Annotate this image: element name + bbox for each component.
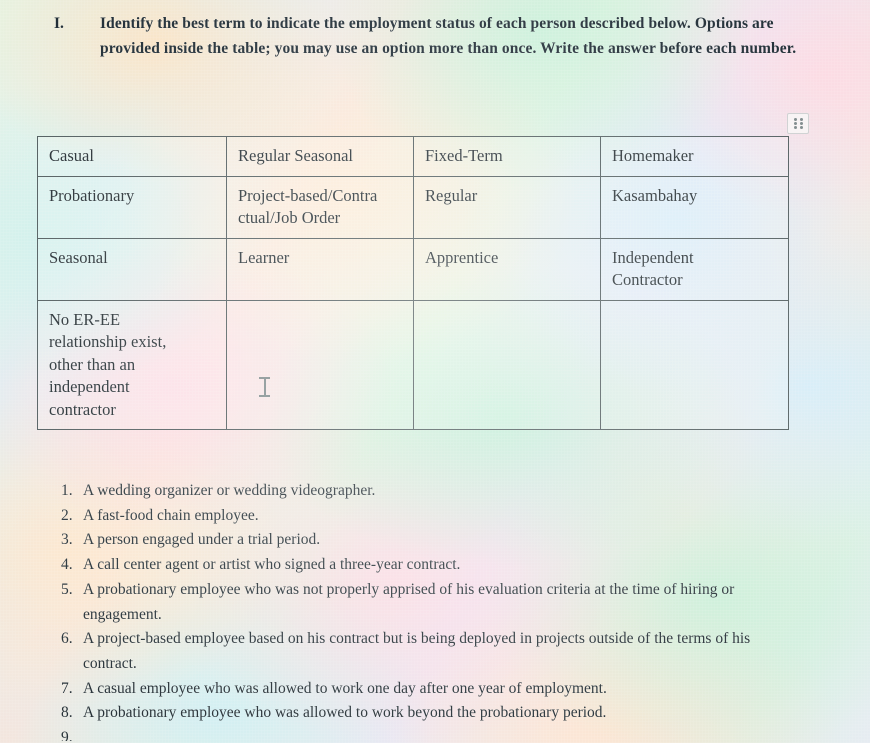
item-number: 5. <box>61 580 73 598</box>
item-text: A call center agent or artist who signed… <box>83 556 461 574</box>
table-row[interactable]: Probationary Project-based/Contra ctual/… <box>37 175 789 239</box>
handle-dot <box>793 126 797 130</box>
table-cell-option[interactable]: Seasonal <box>37 237 227 301</box>
handle-dot <box>799 117 803 121</box>
option-label: Learner <box>238 247 290 267</box>
handle-dot <box>793 121 797 125</box>
option-label-line: Contractor <box>612 270 683 289</box>
table-cell-option[interactable]: Independent Contractor <box>600 237 789 301</box>
table-cell-option[interactable]: Regular Seasonal <box>226 136 414 177</box>
option-label-line: Project-based/Contra <box>238 185 378 205</box>
item-number: 2. <box>61 506 73 524</box>
item-number: 7. <box>61 679 73 697</box>
table-cell-option[interactable]: Regular <box>413 175 601 239</box>
item-number: 9. <box>61 729 73 742</box>
option-label: Probationary <box>49 185 135 205</box>
item-number: 3. <box>61 531 73 549</box>
option-label: Homemaker <box>612 146 694 165</box>
item-number: 8. <box>61 704 73 722</box>
option-label: Regular <box>425 185 478 205</box>
table-row[interactable]: No ER-EE relationship exist, other than … <box>37 299 789 430</box>
item-text: A project-based employee based on his co… <box>83 630 751 672</box>
item-number: 4. <box>61 556 73 574</box>
instruction-text: Identify the best term to indicate the e… <box>100 15 797 57</box>
instruction-numeral: I. <box>54 15 64 32</box>
handle-dot <box>799 121 803 125</box>
option-label-line: Independent <box>612 247 694 267</box>
list-item: 5. A probationary employee who was not p… <box>57 578 817 627</box>
table-cell-option[interactable]: Project-based/Contra ctual/Job Order <box>226 175 414 239</box>
option-label-line: relationship exist, <box>49 332 167 351</box>
handle-dot <box>793 117 797 121</box>
item-text: A probationary employee who was not prop… <box>83 580 735 623</box>
item-text: A wedding organizer or wedding videograp… <box>83 482 376 499</box>
list-item: 1. A wedding organizer or wedding videog… <box>57 479 817 504</box>
option-label: Seasonal <box>49 247 108 267</box>
instruction-block: I. Identify the best term to indicate th… <box>54 12 814 61</box>
option-label-line: other than an <box>49 354 136 374</box>
worksheet-page: I. Identify the best term to indicate th… <box>0 0 870 743</box>
table-move-handle-icon[interactable] <box>787 113 809 134</box>
options-table[interactable]: Casual Regular Seasonal Fixed-Term Homem… <box>37 136 789 430</box>
item-number: 1. <box>61 482 73 499</box>
table-cell-empty[interactable] <box>413 299 601 430</box>
item-text: A probationary employee who was allowed … <box>83 704 607 722</box>
item-text: A casual employee who was allowed to wor… <box>83 679 607 697</box>
table-cell-option[interactable]: Probationary <box>37 175 227 239</box>
option-label: Fixed-Term <box>425 146 503 165</box>
list-item: 7. A casual employee who was allowed to … <box>57 677 817 702</box>
table-cell-option[interactable]: Casual <box>37 136 227 177</box>
table-row[interactable]: Seasonal Learner Apprentice Independent … <box>37 237 789 301</box>
option-label-line: ctual/Job Order <box>238 208 341 227</box>
table-row[interactable]: Casual Regular Seasonal Fixed-Term Homem… <box>37 136 789 177</box>
question-list: 1. A wedding organizer or wedding videog… <box>57 479 817 741</box>
list-item: 6. A project-based employee based on his… <box>57 627 817 676</box>
option-label: Regular Seasonal <box>238 146 354 165</box>
list-item: 3. A person engaged under a trial period… <box>57 528 817 553</box>
option-label-line: contractor <box>49 399 116 419</box>
list-item: 4. A call center agent or artist who sig… <box>57 553 817 578</box>
item-text: A person engaged under a trial period. <box>83 531 321 549</box>
table-cell-option[interactable]: Learner <box>226 237 414 301</box>
table-cell-option[interactable]: No ER-EE relationship exist, other than … <box>37 299 227 430</box>
item-number: 6. <box>61 630 73 648</box>
option-label: Casual <box>49 146 94 165</box>
table-cell-empty[interactable] <box>600 299 789 430</box>
table-cell-empty[interactable] <box>226 299 414 430</box>
option-label-line: independent <box>49 377 130 396</box>
table-cell-option[interactable]: Fixed-Term <box>413 136 601 177</box>
table-cell-option[interactable]: Apprentice <box>413 237 601 301</box>
table-cell-option[interactable]: Homemaker <box>600 136 789 177</box>
list-item: 8. A probationary employee who was allow… <box>57 701 817 726</box>
table-cell-option[interactable]: Kasambahay <box>600 175 789 239</box>
item-text: A fast-food chain employee. <box>83 506 259 524</box>
option-label: Kasambahay <box>612 185 698 205</box>
list-item: 2. A fast-food chain employee. <box>57 504 817 529</box>
handle-dot <box>799 126 803 130</box>
option-label-line: No ER-EE <box>49 309 121 329</box>
list-item-clipped: 9. <box>57 726 817 741</box>
option-label: Apprentice <box>425 247 499 267</box>
